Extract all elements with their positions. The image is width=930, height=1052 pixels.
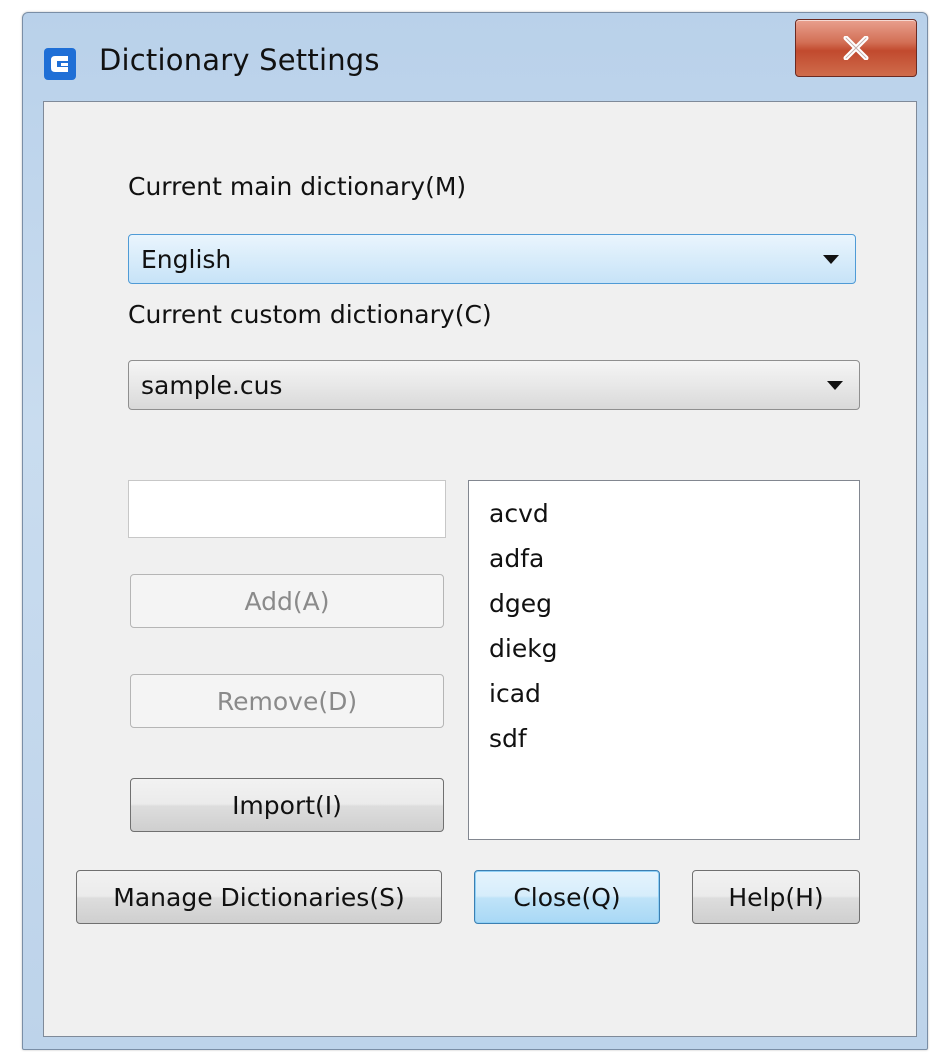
word-list[interactable]: acvd adfa dgeg diekg icad sdf [468, 480, 860, 840]
main-dictionary-value: English [141, 244, 232, 274]
chevron-down-icon [823, 254, 839, 264]
remove-button[interactable]: Remove(D) [130, 674, 444, 728]
dictionary-settings-window: Dictionary Settings Current main diction… [22, 12, 928, 1050]
list-item[interactable]: acvd [469, 491, 859, 536]
list-item[interactable]: diekg [469, 626, 859, 671]
title-bar[interactable]: Dictionary Settings [23, 13, 927, 99]
list-item[interactable]: adfa [469, 536, 859, 581]
help-button[interactable]: Help(H) [692, 870, 860, 924]
list-item[interactable]: icad [469, 671, 859, 716]
chevron-down-icon [827, 380, 843, 390]
main-dictionary-label: Current main dictionary(M) [128, 172, 467, 201]
list-item[interactable]: sdf [469, 716, 859, 761]
window-title: Dictionary Settings [99, 43, 380, 77]
app-logo-icon [44, 48, 76, 80]
close-button[interactable]: Close(Q) [474, 870, 660, 924]
add-button[interactable]: Add(A) [130, 574, 444, 628]
main-dictionary-select[interactable]: English [128, 234, 856, 284]
manage-dictionaries-button[interactable]: Manage Dictionaries(S) [76, 870, 442, 924]
import-button[interactable]: Import(I) [130, 778, 444, 832]
list-item[interactable]: dgeg [469, 581, 859, 626]
window-close-button[interactable] [795, 19, 917, 77]
custom-dictionary-label: Current custom dictionary(C) [128, 300, 492, 329]
dialog-body: Current main dictionary(M) English Curre… [43, 101, 917, 1037]
custom-dictionary-value: sample.cus [141, 370, 283, 400]
custom-dictionary-select[interactable]: sample.cus [128, 360, 860, 410]
word-input[interactable] [128, 480, 446, 538]
close-icon [843, 36, 869, 60]
